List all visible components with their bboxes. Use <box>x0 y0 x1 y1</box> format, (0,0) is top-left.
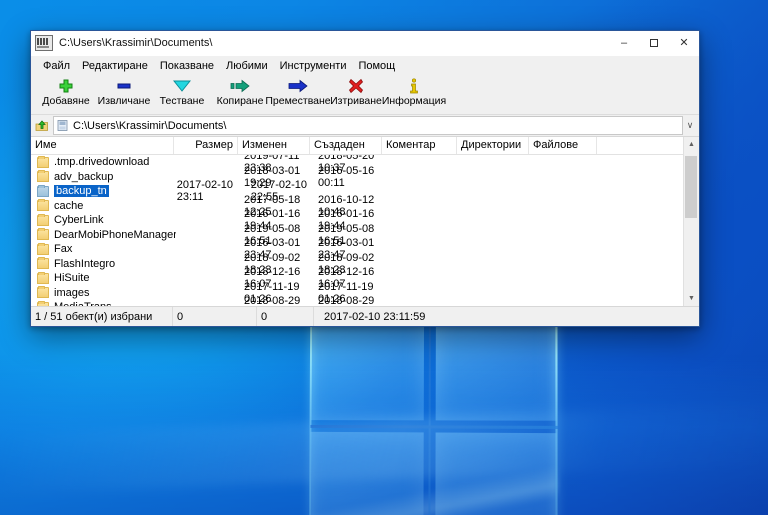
maximize-icon <box>650 39 658 47</box>
menu-tools[interactable]: Инструменти <box>274 58 353 74</box>
move-arrow-icon <box>288 77 308 94</box>
menu-edit[interactable]: Редактиране <box>76 58 154 74</box>
status-timestamp: 2017-02-10 23:11:59 <box>324 310 426 323</box>
add-button-label: Добавяне <box>42 95 90 107</box>
row-name: FlashIntegro <box>54 257 116 270</box>
column-header-directories[interactable]: Директории <box>457 137 529 154</box>
row-name: DearMobiPhoneManager <box>54 228 176 241</box>
row-name: MediaTrans <box>54 301 176 306</box>
folder-icon <box>37 228 49 241</box>
address-input[interactable]: C:\Users\Krassimir\Documents\ <box>53 116 683 135</box>
folder-icon <box>37 184 49 197</box>
scroll-up-arrow-icon[interactable]: ▲ <box>684 137 699 152</box>
row-name: CyberLink <box>54 214 104 227</box>
folder-icon <box>37 286 49 299</box>
row-name: cache <box>54 199 84 212</box>
copy-arrow-icon <box>230 77 250 94</box>
row-name: backup_tn <box>54 185 109 198</box>
test-button[interactable]: Тестване <box>153 75 211 107</box>
menu-bar: Файл Редактиране Показване Любими Инстру… <box>31 56 699 75</box>
menu-view[interactable]: Показване <box>154 58 220 74</box>
file-manager-window: C:\Users\Krassimir\Documents\ – ✕ Файл Р… <box>30 30 700 327</box>
folder-icon <box>37 300 49 306</box>
chevron-down-icon[interactable]: ∨ <box>683 120 697 131</box>
toolbar: Добавяне Извличане Тестване Копиране Пре… <box>31 75 699 115</box>
close-button[interactable]: ✕ <box>669 31 699 55</box>
minus-icon <box>116 77 132 94</box>
move-button[interactable]: Преместване <box>265 75 331 107</box>
copy-button[interactable]: Копиране <box>211 75 269 107</box>
logo-light-streak <box>309 449 558 515</box>
status-packed: 0 <box>257 307 314 326</box>
column-header-name[interactable]: Име <box>31 137 174 154</box>
file-list-panel: Име Размер Изменен Създаден Коментар Дир… <box>31 136 699 306</box>
column-header-size[interactable]: Размер <box>174 137 238 154</box>
row-name: HiSuite <box>54 272 90 285</box>
vertical-scrollbar[interactable]: ▲ ▼ <box>683 137 699 306</box>
column-header-modified[interactable]: Изменен <box>238 137 310 154</box>
row-created: 2016-05-16 00:11 <box>318 164 375 189</box>
minimize-button[interactable]: – <box>609 31 639 55</box>
disk-icon <box>56 119 69 132</box>
status-selection: 1 / 51 обект(и) избрани <box>31 307 173 326</box>
logo-mullion-horizontal <box>310 424 558 430</box>
folder-icon <box>37 242 49 255</box>
title-bar[interactable]: C:\Users\Krassimir\Documents\ – ✕ <box>31 31 699 56</box>
scrollbar-thumb[interactable] <box>685 156 697 218</box>
extract-button[interactable]: Извличане <box>95 75 153 107</box>
logo-edge-right <box>555 296 558 515</box>
row-created: 2018-08-29 18:15 <box>318 295 375 306</box>
add-button[interactable]: Добавяне <box>37 75 95 107</box>
column-header-created[interactable]: Създаден <box>310 137 382 154</box>
table-row[interactable]: MediaTrans 2018-08-29 18:15 2018-08-29 18:… <box>31 295 699 306</box>
window-title: C:\Users\Krassimir\Documents\ <box>59 37 213 49</box>
archive-icon <box>35 35 53 51</box>
info-button-label: Информация <box>381 95 447 107</box>
copy-button-label: Копиране <box>216 95 264 107</box>
address-path-text: C:\Users\Krassimir\Documents\ <box>73 119 227 132</box>
move-button-label: Преместване <box>265 95 331 107</box>
chevron-down-icon <box>173 77 191 94</box>
folder-icon <box>37 155 49 168</box>
maximize-button[interactable] <box>639 31 669 55</box>
address-bar: C:\Users\Krassimir\Documents\ ∨ <box>31 115 699 136</box>
delete-cross-icon <box>348 77 364 94</box>
menu-file[interactable]: Файл <box>37 58 76 74</box>
menu-favorites[interactable]: Любими <box>220 58 274 74</box>
scroll-down-arrow-icon[interactable]: ▼ <box>684 291 699 306</box>
status-size: 0 <box>173 307 257 326</box>
column-header-files[interactable]: Файлове <box>529 137 597 154</box>
status-bar: 1 / 51 обект(и) избрани 0 0 2017-02-10 2… <box>31 306 699 326</box>
up-folder-icon[interactable] <box>33 117 51 134</box>
folder-icon <box>37 257 49 270</box>
menu-help[interactable]: Помощ <box>352 58 401 74</box>
row-name: images <box>54 286 90 299</box>
scrollbar-track[interactable] <box>684 152 699 291</box>
column-header-comment[interactable]: Коментар <box>382 137 457 154</box>
row-modified: 2017-02-10 23:11 <box>176 179 234 204</box>
file-rows-container[interactable]: .tmp.drivedownload 2019-07-11 23:38 2018-0… <box>31 155 699 306</box>
folder-icon <box>37 170 49 183</box>
column-header-row: Име Размер Изменен Създаден Коментар Дир… <box>31 137 699 155</box>
plus-icon <box>58 77 74 94</box>
table-row[interactable]: adv_backup 2018-03-01 19:29 2016-05-16 00:… <box>31 165 699 189</box>
extract-button-label: Извличане <box>97 95 151 107</box>
info-button[interactable]: Информация <box>381 75 447 107</box>
row-modified: 2018-08-29 18:15 <box>244 295 301 306</box>
folder-icon <box>37 213 49 226</box>
windows-logo-wallpaper <box>308 296 558 515</box>
info-icon <box>408 77 420 94</box>
delete-button[interactable]: Изтриване <box>327 75 385 107</box>
folder-icon <box>37 271 49 284</box>
row-name: Fax <box>54 243 73 256</box>
delete-button-label: Изтриване <box>330 95 382 107</box>
folder-icon <box>37 199 49 212</box>
test-button-label: Тестване <box>159 95 205 107</box>
row-name: adv_backup <box>54 170 114 183</box>
row-name: .tmp.drivedownload <box>54 156 150 169</box>
